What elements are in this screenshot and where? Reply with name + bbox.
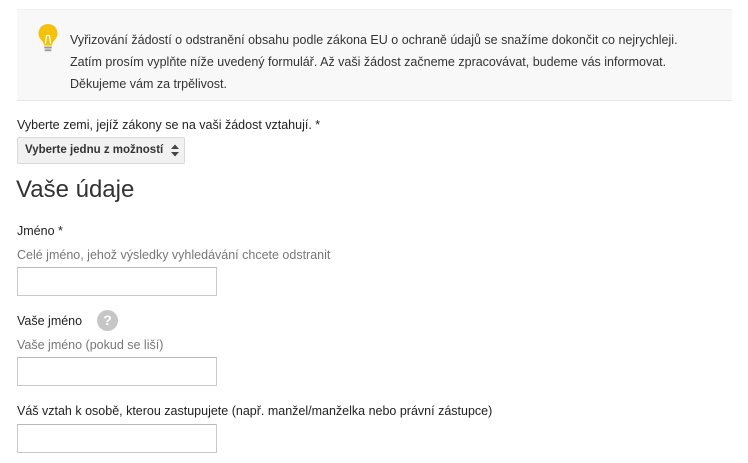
your-name-input[interactable] [17,357,217,386]
select-arrows-icon [171,144,179,157]
question-mark-icon[interactable]: ? [97,310,118,331]
relationship-label: Váš vztah k osobě, kterou zastupujete (n… [17,404,493,418]
notice-text: Vyřizování žádostí o odstranění obsahu p… [70,29,720,95]
full-name-input[interactable] [17,267,217,296]
relationship-input[interactable] [17,424,217,453]
notice-line-2: Zatím prosím vyplňte níže uvedený formul… [70,55,667,69]
notice-line-1: Vyřizování žádostí o odstranění obsahu p… [70,33,678,47]
country-label: Vyberte zemi, jejíž zákony se na vaši žá… [17,118,321,132]
notice-line-3: Děkujeme vám za trpělivost. [70,77,228,91]
section-title: Vaše údaje [16,176,135,203]
country-select[interactable]: Vyberte jednu z možností [17,137,185,164]
your-name-label: Vaše jméno [17,314,83,328]
lightbulb-icon [38,24,58,52]
full-name-label: Jméno * [17,224,63,238]
your-name-hint: Vaše jméno (pokud se liší) [17,338,164,352]
country-select-value: Vyberte jednu z možností [25,144,164,156]
full-name-hint: Celé jméno, jehož výsledky vyhledávání c… [17,248,331,262]
info-notice: Vyřizování žádostí o odstranění obsahu p… [17,9,732,101]
